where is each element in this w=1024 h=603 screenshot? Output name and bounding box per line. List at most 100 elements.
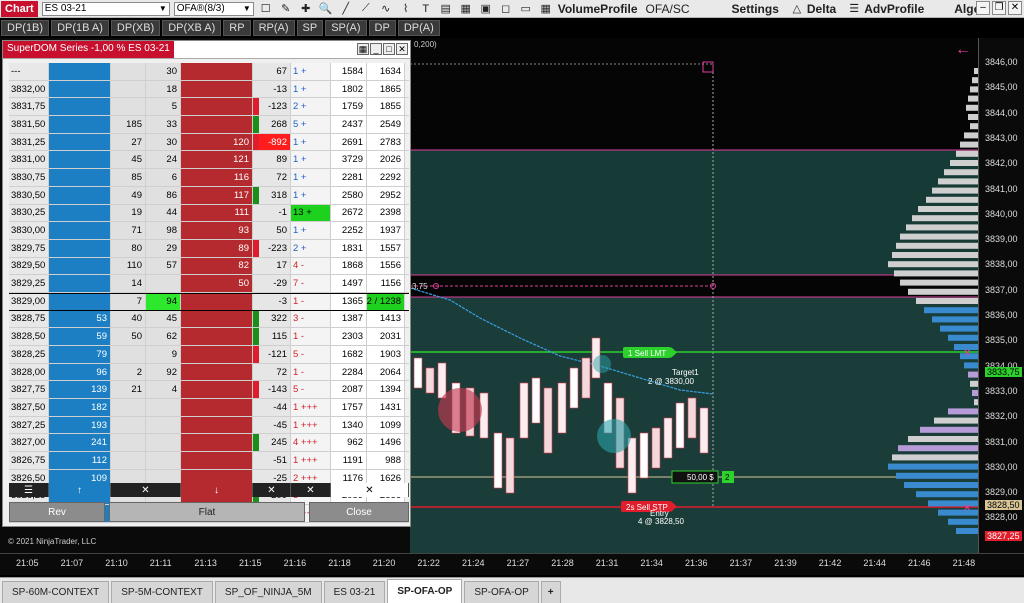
indicator-button[interactable]: DP xyxy=(368,20,396,36)
row-buy-qty[interactable] xyxy=(49,275,111,292)
indicator-button[interactable]: RP(A) xyxy=(252,20,295,36)
indicator-button[interactable]: DP(A) xyxy=(397,20,440,36)
close-position-button[interactable]: Close xyxy=(309,502,409,522)
ladder-row[interactable]: 3829,00 7 94 -3 1 -1365 2 / 1238 xyxy=(9,292,409,311)
text-tool-icon[interactable]: T xyxy=(418,2,434,16)
row-buy-qty[interactable]: 241 xyxy=(49,434,111,452)
row-sell-qty[interactable]: 120 xyxy=(181,133,253,151)
row-sell-qty[interactable] xyxy=(181,98,253,116)
row-buy-qty[interactable] xyxy=(49,204,111,222)
row-sell-qty[interactable] xyxy=(181,416,253,434)
close-order-icon[interactable]: ✕ xyxy=(963,503,971,514)
wave-tool-icon[interactable]: ⌇ xyxy=(398,2,414,16)
window-icon[interactable]: ◻ xyxy=(498,2,514,16)
row-sell-qty[interactable] xyxy=(181,434,253,452)
workspace-tab[interactable]: SP-OFA-OP xyxy=(464,581,539,603)
ladder-row[interactable]: 3832,00 18 -13 1 +1802 1865 xyxy=(9,80,409,99)
row-buy-qty[interactable] xyxy=(49,133,111,151)
checkbox-icon[interactable]: ☐ xyxy=(258,2,274,16)
row-buy-qty[interactable]: 96 xyxy=(49,363,111,381)
grid-icon[interactable]: ▦ xyxy=(458,2,474,16)
ladder-row[interactable]: 3828,50 59 50 62 115 1 -2303 2031 xyxy=(9,328,409,346)
workspace-tab[interactable]: SP-5M-CONTEXT xyxy=(111,581,213,603)
chart-icon[interactable]: ▤ xyxy=(438,2,454,16)
workspace-tab[interactable]: SP-60M-CONTEXT xyxy=(2,581,110,603)
restore-icon[interactable]: ❐ xyxy=(992,1,1006,15)
row-sell-qty[interactable]: 82 xyxy=(181,257,253,275)
pencil-icon[interactable]: ✎ xyxy=(278,2,294,16)
add-tab-button[interactable]: + xyxy=(540,581,561,603)
close-order-icon[interactable]: ✕ xyxy=(963,348,971,359)
cancel-bids-icon[interactable]: ✕ xyxy=(111,483,181,497)
row-buy-qty[interactable]: 112 xyxy=(49,452,111,469)
ladder-row[interactable]: 3831,50 185 33 268 5 +2437 2549 xyxy=(9,116,409,134)
zoom-icon[interactable]: 🔍 xyxy=(318,2,334,16)
price-axis[interactable]: 3846,00 3845,00 3844,00 3843,00 3842,00 3841,… xyxy=(978,38,1024,573)
dock-icon[interactable]: ▭ xyxy=(518,2,534,16)
row-buy-qty[interactable]: 53 xyxy=(49,310,111,328)
indicator-button[interactable]: DP(XB A) xyxy=(162,20,222,36)
rev-button[interactable]: Rev xyxy=(9,502,105,522)
curve-tool-icon[interactable]: ∿ xyxy=(378,2,394,16)
row-sell-qty[interactable]: 111 xyxy=(181,204,253,222)
ladder-row[interactable]: 3826,75 112 -51 1 +++ 1191 988 xyxy=(9,452,409,470)
cancel-asks-icon[interactable]: ✕ xyxy=(253,483,291,497)
row-sell-qty[interactable]: 117 xyxy=(181,186,253,204)
row-sell-qty[interactable] xyxy=(181,310,253,328)
instrument-selector[interactable]: ES 03-21 ▼ xyxy=(41,1,170,16)
row-sell-qty[interactable]: 93 xyxy=(181,222,253,239)
cancel-orders-icon[interactable]: ✕ xyxy=(331,483,409,497)
ladder-row[interactable]: 3829,25 14 50 -29 7 -1497 1156 xyxy=(9,275,409,293)
menu-icon[interactable]: ☰ xyxy=(9,483,49,497)
ladder-row[interactable]: 3827,00 241 245 4 +++ 962 1496 xyxy=(9,434,409,453)
indicator-button[interactable]: SP(A) xyxy=(325,20,367,36)
row-buy-qty[interactable] xyxy=(49,63,111,80)
ladder-row[interactable]: 3827,25 193 -45 1 +++ 1340 1099 xyxy=(9,416,409,435)
ladder-row[interactable]: 3829,75 80 29 89 -223 2 +1831 1557 xyxy=(9,239,409,258)
row-sell-qty[interactable] xyxy=(181,328,253,345)
row-buy-qty[interactable] xyxy=(49,80,111,98)
row-sell-qty[interactable] xyxy=(181,381,253,399)
indicator-button[interactable]: RP xyxy=(223,20,251,36)
ray-tool-icon[interactable]: ⟋ xyxy=(358,2,374,16)
ladder-row[interactable]: 3830,25 19 44 111 -1 13 +2672 2398 xyxy=(9,204,409,223)
close-icon[interactable]: ✕ xyxy=(396,43,408,55)
row-buy-qty[interactable] xyxy=(49,98,111,116)
arrow-down-icon[interactable]: ↓ xyxy=(181,483,253,497)
row-buy-qty[interactable]: 139 xyxy=(49,381,111,399)
row-buy-qty[interactable] xyxy=(49,151,111,169)
workspace-tab[interactable]: ES 03-21 xyxy=(323,581,386,603)
row-buy-qty[interactable]: 79 xyxy=(49,346,111,363)
adv-profile-button[interactable]: AdvProfile xyxy=(864,2,924,16)
superdom-titlebar[interactable]: SuperDOM Series -1,00 % ES 03-21 ▦ _ □ ✕ xyxy=(3,41,410,59)
row-buy-qty[interactable] xyxy=(49,257,111,275)
indicator-button[interactable]: DP(1B) xyxy=(1,20,50,36)
ladder-row[interactable]: 3827,75 139 21 4 -143 5 -2087 1394 xyxy=(9,381,409,400)
minimize-icon[interactable]: _ xyxy=(370,43,382,55)
workspace-tab[interactable]: SP-OFA-OP xyxy=(387,579,463,603)
row-buy-qty[interactable] xyxy=(49,186,111,204)
ladder-row[interactable]: 3828,25 79 9 -121 5 -1682 1903 xyxy=(9,346,409,364)
row-buy-qty[interactable] xyxy=(49,169,111,186)
row-sell-qty[interactable] xyxy=(181,399,253,416)
template-selector[interactable]: OFA®(8/3) ▼ xyxy=(173,1,254,16)
row-buy-qty[interactable] xyxy=(49,222,111,239)
row-buy-qty[interactable]: 182 xyxy=(49,399,111,416)
row-buy-qty[interactable] xyxy=(49,116,111,133)
indicator-button[interactable]: DP(1B A) xyxy=(51,20,109,36)
scroll-arrow-icon[interactable]: ← xyxy=(955,41,971,58)
flat-button[interactable]: Flat xyxy=(109,502,305,522)
line-tool-icon[interactable]: ╱ xyxy=(338,2,354,16)
ladder-row[interactable]: 3831,00 45 24 121 89 1 +3729 2026 xyxy=(9,151,409,170)
ladder-row[interactable]: 3830,75 85 6 116 72 1 +2281 2292 xyxy=(9,169,409,187)
arrow-up-icon[interactable]: ↑ xyxy=(49,483,111,497)
indicator-button[interactable]: DP(XB) xyxy=(110,20,161,36)
indicator-button[interactable]: SP xyxy=(296,20,324,36)
row-buy-qty[interactable]: 59 xyxy=(49,328,111,345)
row-sell-qty[interactable] xyxy=(181,452,253,469)
ofa-sc-button[interactable]: OFA/SC xyxy=(646,2,690,16)
cancel-all-icon[interactable]: ✕ xyxy=(291,483,331,497)
row-buy-qty[interactable] xyxy=(49,239,111,257)
ladder-row[interactable]: 3831,25 27 30 120 -892 1 +2691 2783 xyxy=(9,133,409,152)
settings-button[interactable]: Settings xyxy=(732,2,779,16)
